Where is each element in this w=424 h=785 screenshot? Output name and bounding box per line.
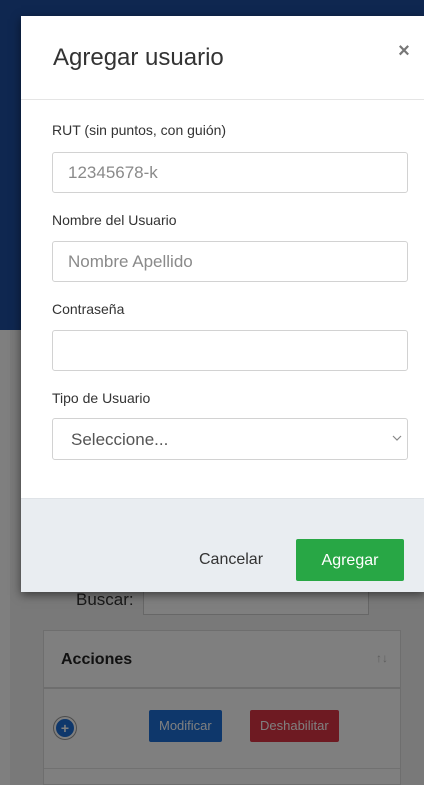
rut-input[interactable]: [52, 152, 408, 193]
page: Buscar: Acciones ↑↓ + Modificar Deshabil…: [0, 0, 424, 785]
user-type-select[interactable]: Seleccione...: [52, 418, 408, 460]
modal-footer: Cancelar Agregar: [21, 498, 424, 592]
add-button[interactable]: Agregar: [296, 539, 404, 581]
modal-title: Agregar usuario: [53, 44, 224, 71]
close-icon[interactable]: ×: [393, 40, 415, 62]
add-user-modal: Agregar usuario × RUT (sin puntos, con g…: [21, 16, 424, 592]
user-type-label: Tipo de Usuario: [52, 390, 151, 406]
rut-label: RUT (sin puntos, con guión): [52, 122, 227, 138]
name-input[interactable]: [52, 241, 408, 282]
cancel-button[interactable]: Cancelar: [189, 539, 273, 581]
password-label: Contraseña: [52, 301, 125, 317]
modal-header: Agregar usuario ×: [21, 16, 424, 100]
chevron-down-icon: [392, 435, 402, 441]
name-label: Nombre del Usuario: [52, 212, 177, 228]
user-type-selected: Seleccione...: [71, 430, 169, 449]
password-input[interactable]: [52, 330, 408, 371]
